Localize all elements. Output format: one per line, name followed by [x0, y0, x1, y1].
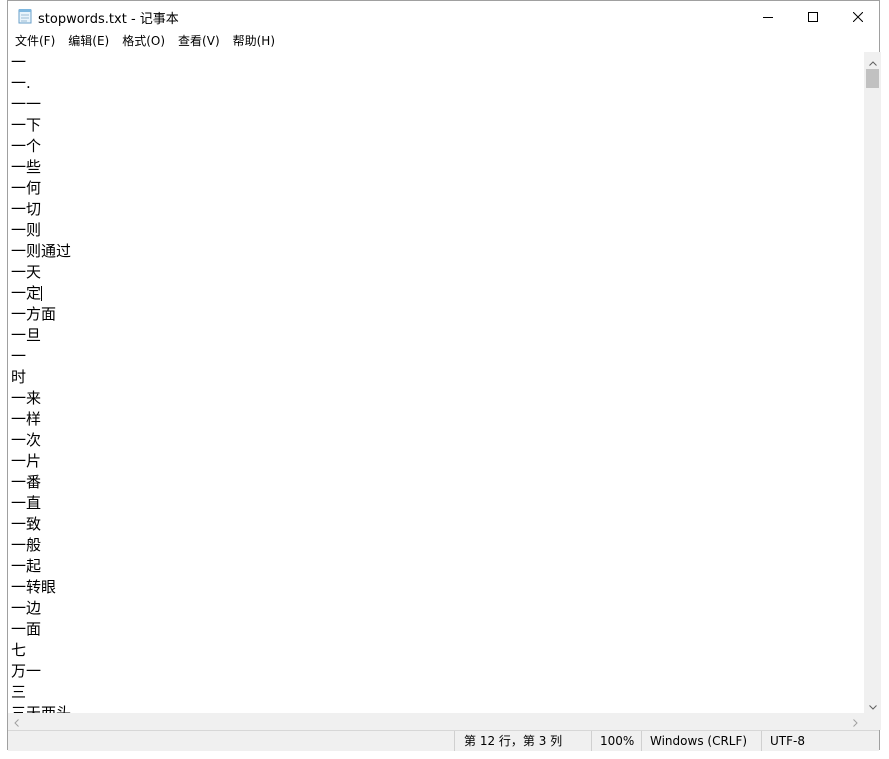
notepad-icon: [18, 8, 32, 24]
text-line: 一边: [11, 599, 42, 617]
menu-help[interactable]: 帮助(H): [227, 31, 281, 51]
text-line: 一来: [11, 389, 42, 407]
text-line: 一个: [11, 137, 42, 155]
minimize-icon: [763, 7, 773, 26]
text-line: 一片: [11, 452, 42, 470]
scroll-down-button[interactable]: [864, 696, 881, 713]
menu-format[interactable]: 格式(O): [116, 31, 171, 51]
vertical-scroll-thumb[interactable]: [866, 69, 879, 88]
status-bar: 第 12 行，第 3 列 100% Windows (CRLF) UTF-8: [8, 730, 879, 751]
maximize-icon: [808, 7, 818, 26]
menu-bar: 文件(F) 编辑(E) 格式(O) 查看(V) 帮助(H): [8, 31, 879, 51]
text-line: 一起: [11, 557, 42, 575]
text-line: 一样: [11, 410, 42, 428]
text-line: 一定: [11, 284, 43, 302]
text-line: 一一: [11, 95, 42, 113]
text-line: 一切: [11, 200, 42, 218]
menu-file[interactable]: 文件(F): [9, 31, 61, 51]
text-line: 一番: [11, 473, 42, 491]
text-line: 一旦: [11, 326, 42, 344]
scroll-left-button[interactable]: [8, 713, 25, 730]
vertical-scrollbar[interactable]: [864, 52, 881, 713]
status-zoom: 100%: [591, 731, 641, 751]
chevron-down-icon: [868, 695, 877, 714]
title-bar[interactable]: stopwords.txt - 记事本: [8, 1, 879, 31]
text-editor[interactable]: 一一. 一一 一下 一个 一些 一何 一切 一则 一则通过 一天 一定 一方面 一旦一时一来 一样 一次 一片…: [8, 52, 864, 713]
close-icon: [852, 7, 864, 26]
status-cursor-position: 第 12 行，第 3 列: [454, 731, 591, 751]
notepad-window: stopwords.txt - 记事本 文件(F) 编辑(E) 格式(O) 查看…: [7, 0, 881, 751]
window-title: stopwords.txt - 记事本: [38, 12, 179, 27]
status-line-ending: Windows (CRLF): [641, 731, 761, 751]
maximize-button[interactable]: [790, 1, 836, 31]
text-line: 一何: [11, 179, 42, 197]
text-line: 一致: [11, 515, 42, 533]
text-line: 三: [11, 683, 27, 701]
chevron-left-icon: [14, 712, 19, 731]
text-line: 一天: [11, 263, 42, 281]
text-line: 一直: [11, 494, 42, 512]
scroll-up-button[interactable]: [864, 52, 881, 69]
menu-edit[interactable]: 编辑(E): [62, 31, 115, 51]
status-encoding: UTF-8: [761, 731, 880, 751]
text-line: 一次: [11, 431, 42, 449]
close-button[interactable]: [835, 1, 881, 31]
chevron-up-icon: [868, 51, 877, 70]
editor-content: 一一. 一一 一下 一个 一些 一何 一切 一则 一则通过 一天 一定 一方面 一旦一时一来 一样 一次 一片…: [11, 52, 71, 713]
chevron-right-icon: [853, 712, 858, 731]
scrollbar-corner: [864, 713, 881, 730]
text-line: 时: [11, 368, 27, 386]
text-line: 三天两头: [11, 704, 72, 713]
text-line: 一转眼: [11, 578, 57, 596]
text-line: 一: [11, 53, 27, 71]
text-line: 七: [11, 641, 27, 659]
text-line: 一: [11, 347, 27, 365]
text-caret: [41, 286, 43, 301]
text-line: 一则通过: [11, 242, 72, 260]
text-line: 一.: [11, 74, 31, 92]
text-line: 一些: [11, 158, 42, 176]
text-line: 一般: [11, 536, 42, 554]
text-line: 一下: [11, 116, 42, 134]
minimize-button[interactable]: [745, 1, 791, 31]
text-line: 万一: [11, 662, 42, 680]
scroll-right-button[interactable]: [847, 713, 864, 730]
horizontal-scrollbar[interactable]: [8, 713, 864, 730]
text-line: 一面: [11, 620, 42, 638]
menu-view[interactable]: 查看(V): [172, 31, 226, 51]
text-line: 一方面: [11, 305, 57, 323]
text-line: 一则: [11, 221, 42, 239]
